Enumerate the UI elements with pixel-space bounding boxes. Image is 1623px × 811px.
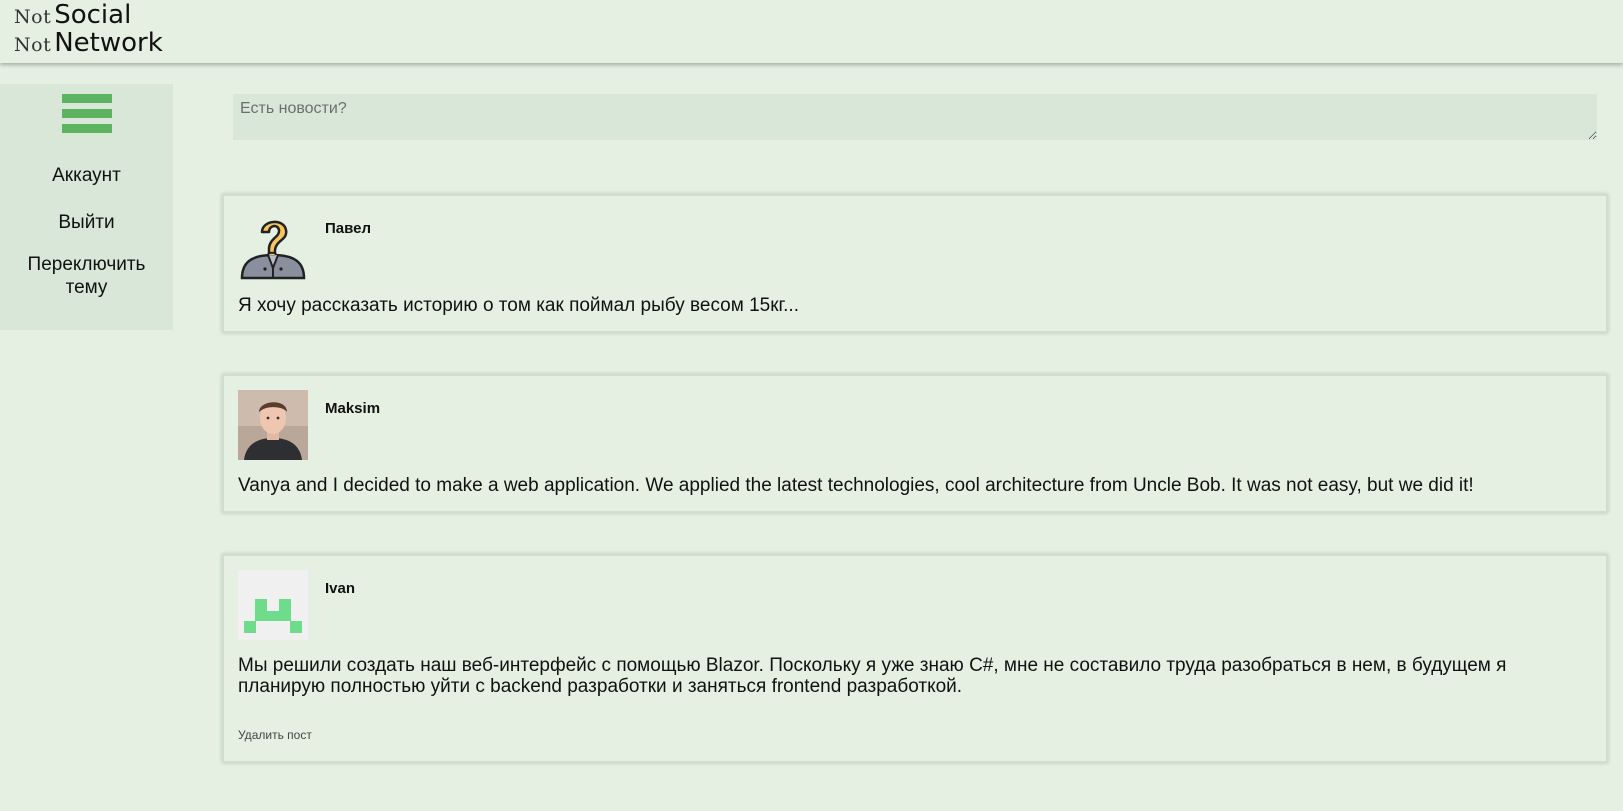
post-card: Maksim Vanya and I decided to make a web… xyxy=(222,374,1608,513)
delete-post-link[interactable]: Удалить пост xyxy=(238,728,312,742)
logo-line-2: Not Network xyxy=(14,28,163,59)
logo-social: Social xyxy=(54,0,132,30)
menu-bar-middle xyxy=(61,109,112,118)
post-card: Ivan Мы решили создать наш веб-интерфейс… xyxy=(222,554,1608,763)
post-text: Я хочу рассказать историю о том как пойм… xyxy=(238,295,799,316)
post-author[interactable]: Maksim xyxy=(325,400,380,417)
post-author[interactable]: Павел xyxy=(325,220,371,237)
post-text: Vanya and I decided to make a web applic… xyxy=(238,475,1474,496)
identicon xyxy=(238,570,308,640)
logo-not-2: Not xyxy=(14,34,52,56)
hamburger-menu-icon[interactable] xyxy=(61,94,112,134)
top-header: Not Social Not Network xyxy=(0,0,1623,63)
logo-not-1: Not xyxy=(14,6,52,28)
user-photo xyxy=(238,390,308,460)
post-text: Мы решили создать наш веб-интерфейс с по… xyxy=(238,655,1507,697)
sidebar-item-account[interactable]: Аккаунт xyxy=(0,164,173,187)
question-person-icon xyxy=(240,220,306,280)
sidebar: Аккаунт Выйти Переключить тему xyxy=(0,84,173,330)
sidebar-item-logout[interactable]: Выйти xyxy=(0,211,173,234)
logo[interactable]: Not Social Not Network xyxy=(14,0,163,59)
post-card: Павел Я хочу рассказать историю о том ка… xyxy=(222,194,1608,333)
post-author[interactable]: Ivan xyxy=(325,580,355,597)
sidebar-item-switch-theme[interactable]: Переключить тему xyxy=(0,253,173,299)
logo-line-1: Not Social xyxy=(14,0,163,31)
logo-network: Network xyxy=(54,28,163,58)
menu-bar-bottom xyxy=(61,124,112,133)
menu-bar-top xyxy=(61,94,112,103)
news-input[interactable] xyxy=(233,94,1597,140)
